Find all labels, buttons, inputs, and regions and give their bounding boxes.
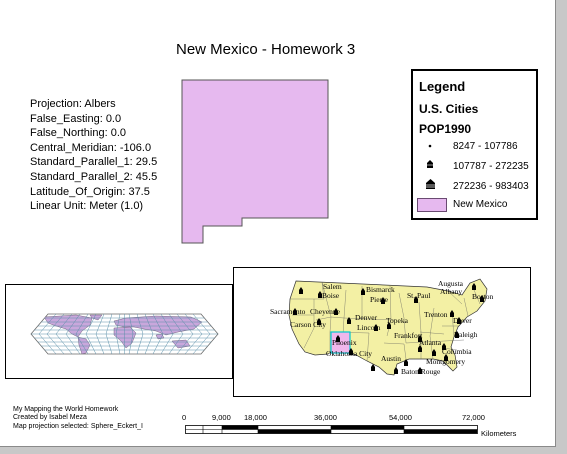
- legend-class-row: 8247 - 107786: [421, 141, 518, 152]
- city-label: Baton Rouge: [401, 367, 441, 376]
- city-label: Oklahoma City: [326, 349, 373, 358]
- projection-line: False_Easting: 0.0: [30, 112, 122, 125]
- legend-class-label: 8247 - 107786: [453, 141, 518, 152]
- city-label: Atlanta: [419, 338, 442, 347]
- scale-tick-label: 0: [182, 413, 187, 422]
- legend-layer-name: U.S. Cities: [419, 102, 479, 116]
- building-icon: [421, 179, 439, 193]
- world-map[interactable]: [6, 285, 232, 378]
- scale-tick-label: 54,000: [389, 413, 412, 422]
- legend-class-label: 272236 - 983403: [453, 180, 529, 192]
- scale-tick-label: 18,000: [244, 413, 267, 422]
- city-label: Montgomery: [426, 357, 466, 366]
- projection-line: Latitude_Of_Origin: 37.5: [30, 185, 150, 198]
- new-mexico-map[interactable]: [180, 78, 330, 246]
- projection-line: False_Northing: 0.0: [30, 127, 126, 140]
- city-label: Carson City: [290, 320, 327, 329]
- city-label: Boise: [322, 291, 340, 300]
- city-label: Bismarck: [366, 285, 395, 294]
- city-label: St. Paul: [407, 291, 431, 300]
- city-label: Salem: [323, 282, 342, 291]
- frame-border-bottom: [0, 447, 567, 454]
- credits: My Mapping the World Homework Created by…: [13, 406, 143, 431]
- legend-box: Legend U.S. Cities POP1990 8247 - 107786…: [411, 69, 538, 220]
- city-label: Boston: [472, 292, 494, 301]
- projection-line: Central_Meridian: -106.0: [30, 141, 152, 154]
- new-mexico-shape[interactable]: [181, 79, 329, 244]
- projection-info: Projection: Albers False_Easting: 0.0 Fa…: [30, 97, 157, 214]
- frame-border-right: [556, 0, 567, 454]
- scale-tick-label: 9,000: [212, 413, 231, 422]
- credit-line: Created by Isabel Meza: [13, 414, 87, 422]
- projection-line: Standard_Parallel_1: 29.5: [30, 156, 158, 169]
- credit-line: My Mapping the World Homework: [13, 406, 119, 413]
- city-label: Lincoln: [357, 323, 381, 332]
- legend-field-name: POP1990: [419, 122, 472, 136]
- page-title: New Mexico - Homework 3: [176, 41, 356, 58]
- city-label: Pierre: [370, 295, 388, 304]
- projection-line: Linear Unit: Meter (1.0): [30, 200, 144, 213]
- legend-title: Legend: [419, 79, 466, 94]
- city-label: Columbia: [442, 347, 472, 356]
- projection-line: Standard_Parallel_2: 45.5: [30, 170, 158, 183]
- scale-tick-label: 72,000: [462, 413, 485, 422]
- legend-state-label: New Mexico: [453, 199, 508, 210]
- scale-tick-label: 36,000: [314, 413, 337, 422]
- world-map-frame[interactable]: [5, 284, 233, 379]
- city-label: Sacramento: [270, 307, 306, 316]
- scale-unit-label: Kilometers: [481, 429, 517, 438]
- city-label: Trenton: [424, 310, 448, 319]
- city-label: Denver: [355, 313, 378, 322]
- legend-class-row: 107787 - 272235: [421, 160, 529, 172]
- city-label: Dover: [453, 316, 472, 325]
- projection-line: Projection: Albers: [30, 98, 116, 110]
- city-label: Topeka: [386, 316, 408, 325]
- city-label: Cheyenne: [310, 307, 340, 316]
- us-map-frame[interactable]: Salem Boise Bismarck Pierre St. Paul Aug…: [233, 267, 531, 397]
- legend-class-row: 272236 - 983403: [421, 179, 529, 193]
- city-label: Albany: [440, 287, 463, 296]
- city-label: Phoenix: [332, 338, 357, 347]
- legend-state-swatch: [417, 198, 447, 212]
- city-label: Raleigh: [454, 330, 478, 339]
- scale-bar: [185, 425, 478, 434]
- building-icon: [421, 160, 439, 172]
- credit-line: Map projection selected: Sphere_Eckert_I: [13, 422, 143, 430]
- small-dot-icon: [421, 141, 439, 152]
- city-label: Austin: [381, 354, 402, 363]
- legend-class-label: 107787 - 272235: [453, 160, 529, 172]
